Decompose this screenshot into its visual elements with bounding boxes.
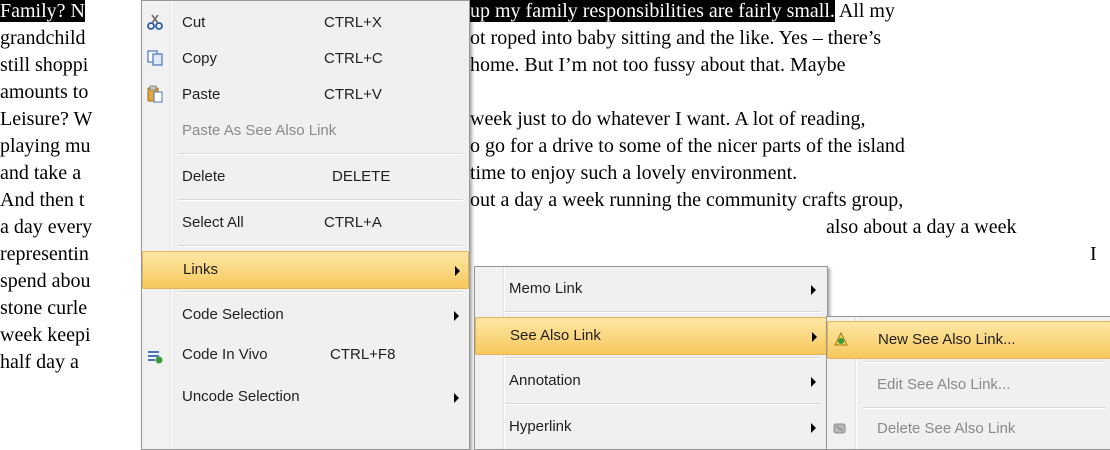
menu-item-edit-see-also-link[interactable]: Edit See Also Link... [827,367,1110,403]
menu-item-label: Uncode Selection [182,388,300,405]
submenu-arrow-icon [811,377,816,387]
menu-item-label: Copy [182,50,218,67]
doc-line: Family? N [0,0,85,22]
menu-item-paste[interactable]: Paste CTRL+V [142,77,469,113]
submenu-arrow-icon [454,311,459,321]
menu-item-label: Delete See Also Link [877,420,1016,437]
menu-item-uncode-selection[interactable]: Uncode Selection [142,379,469,415]
menu-item-copy[interactable]: Copy CTRL+C [142,41,469,77]
doc-line: week just to do whatever I want. A lot o… [470,108,866,130]
menu-item-shortcut: CTRL+C [324,50,383,67]
doc-line: spend abou [0,270,91,292]
menu-item-label: Delete [182,168,226,185]
copy-icon [147,50,163,66]
doc-line: And then t [0,189,85,211]
menu-item-shortcut: CTRL+A [324,214,382,231]
menu-item-label: Edit See Also Link... [877,376,1011,393]
menu-item-paste-as-see-also-link[interactable]: Paste As See Also Link [142,113,469,149]
menu-item-label: Hyperlink [509,418,572,435]
doc-line: half day a [0,351,79,373]
menu-item-label: Cut [182,14,206,31]
menu-separator [178,245,463,247]
links-submenu: Memo Link See Also Link Annotation Hyper… [474,266,828,450]
doc-line: o go for a drive to some of the nicer pa… [470,135,905,157]
menu-item-label: Code Selection [182,306,284,323]
menu-item-label: Links [183,261,219,278]
menu-separator [505,357,821,359]
doc-line: I [1090,243,1097,265]
menu-item-label: New See Also Link... [878,331,1016,348]
menu-item-select-all[interactable]: Select All CTRL+A [142,205,469,241]
menu-item-annotation[interactable]: Annotation [475,363,827,399]
menu-separator [505,311,821,313]
menu-item-see-also-link[interactable]: See Also Link [475,317,827,355]
menu-item-delete-see-also-link[interactable]: Delete See Also Link [827,411,1110,447]
menu-item-label: Code In Vivo [182,346,268,363]
menu-item-shortcut: CTRL+X [324,14,382,31]
menu-separator [178,291,463,293]
menu-item-label: Memo Link [509,280,583,297]
doc-line: amounts to [0,81,89,103]
menu-item-links[interactable]: Links [142,251,469,289]
menu-item-delete[interactable]: Delete DELETE [142,159,469,195]
menu-item-shortcut: DELETE [332,168,391,185]
menu-separator [863,407,1105,409]
doc-line: grandchild [0,27,86,49]
submenu-arrow-icon [454,393,459,403]
doc-line: stone curle [0,297,88,319]
menu-separator [863,361,1105,363]
menu-item-shortcut: CTRL+F8 [330,346,396,363]
doc-line: week keepi [0,324,91,346]
context-menu: Cut CTRL+X Copy CTRL+C Paste CTRL+V Past… [141,0,470,450]
submenu-arrow-icon [812,332,817,342]
doc-line: up my family responsibilities are fairly… [470,0,895,22]
menu-item-code-selection[interactable]: Code Selection [142,297,469,333]
submenu-arrow-icon [811,423,816,433]
menu-item-memo-link[interactable]: Memo Link [475,271,827,307]
submenu-arrow-icon [811,285,816,295]
menu-separator [178,153,463,155]
submenu-arrow-icon [455,266,460,276]
menu-item-label: Paste [182,86,221,103]
doc-line: Leisure? W [0,108,93,130]
menu-item-shortcut: CTRL+V [324,86,382,103]
menu-item-new-see-also-link[interactable]: New See Also Link... [827,321,1110,359]
menu-item-label: Annotation [509,372,581,389]
new-link-icon [834,331,848,346]
delete-link-icon [833,423,846,434]
menu-item-cut[interactable]: Cut CTRL+X [142,5,469,41]
doc-line: representin [0,243,89,265]
code-in-vivo-icon [148,351,163,364]
doc-line: time to enjoy such a lovely environment. [470,162,798,184]
doc-line: also about a day a week [826,216,1017,238]
menu-separator [505,403,821,405]
see-also-link-submenu: New See Also Link... Edit See Also Link.… [826,316,1110,450]
menu-item-label: Select All [182,214,244,231]
doc-line: and take a [0,162,82,184]
menu-item-hyperlink[interactable]: Hyperlink [475,409,827,445]
scissors-icon [147,14,163,30]
menu-item-label: Paste As See Also Link [182,122,337,139]
menu-separator [178,199,463,201]
doc-line: a day every [0,216,93,238]
menu-item-code-in-vivo[interactable]: Code In Vivo CTRL+F8 [142,337,469,373]
doc-line: out a day a week running the community c… [470,189,904,211]
doc-line: playing mu [0,135,91,157]
doc-line: home. But I’m not too fussy about that. … [470,54,846,76]
menu-item-label: See Also Link [510,327,601,344]
paste-icon [147,85,163,103]
doc-line: ot roped into baby sitting and the like.… [470,27,882,49]
doc-line: still shoppi [0,54,89,76]
